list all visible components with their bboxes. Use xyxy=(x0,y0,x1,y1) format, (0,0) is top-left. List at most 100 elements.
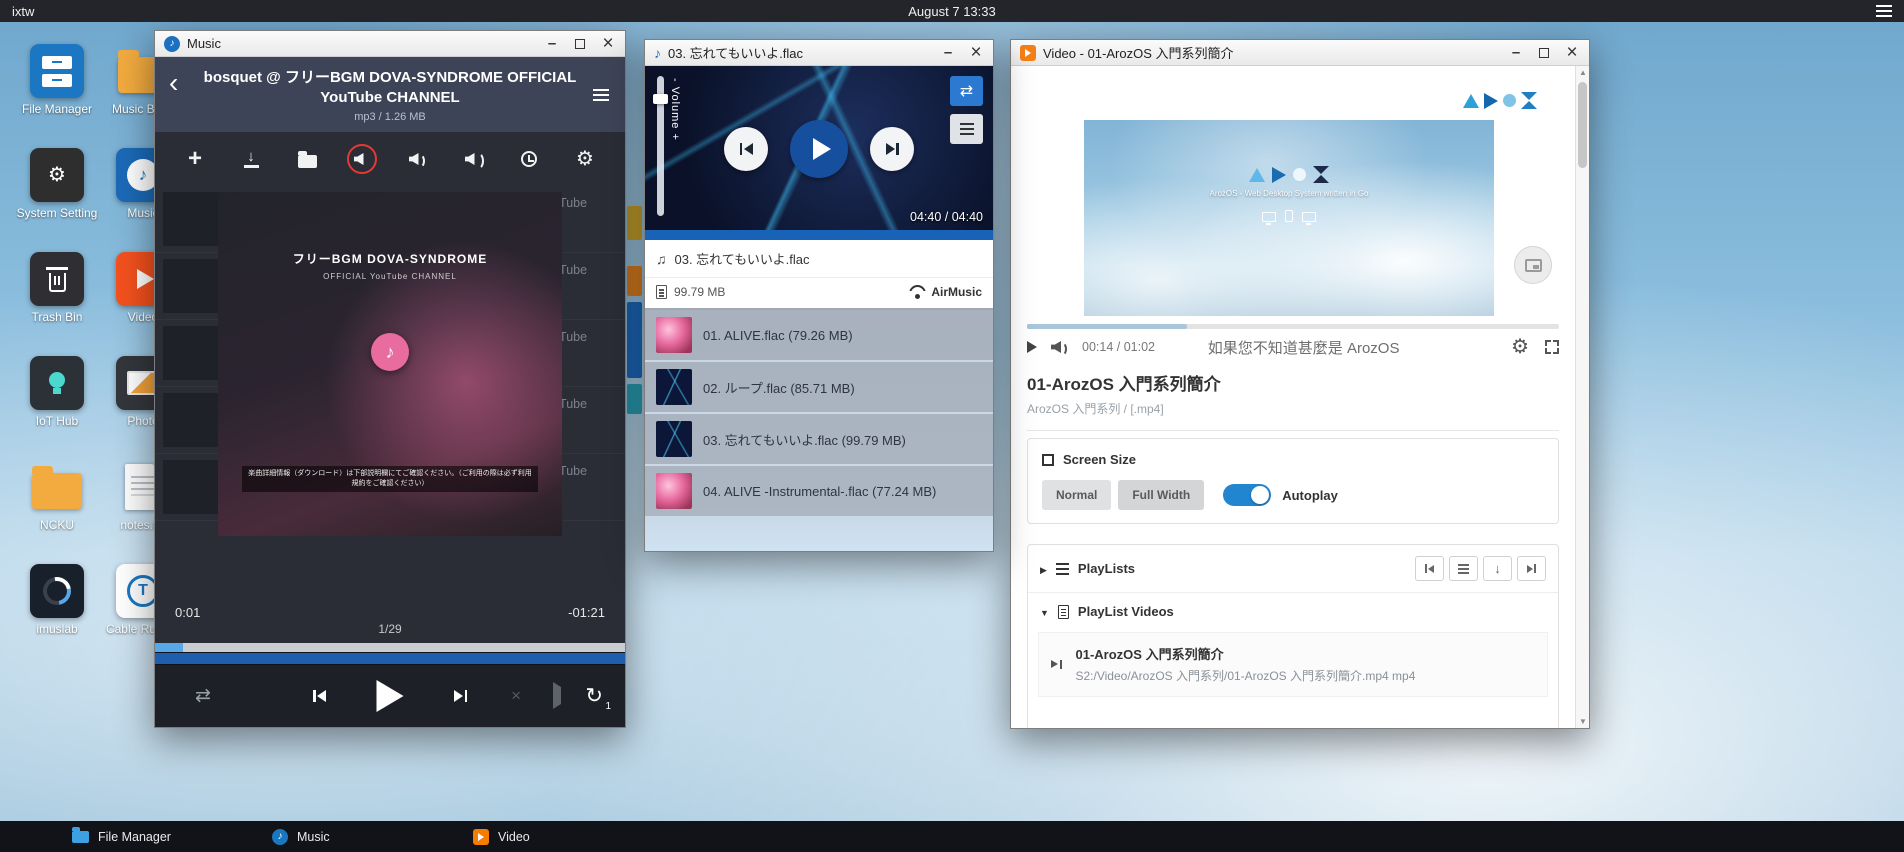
minimize-button[interactable] xyxy=(940,45,956,61)
video-time-display: 00:14 / 01:02 xyxy=(1082,340,1155,354)
close-button[interactable] xyxy=(600,36,616,52)
picture-in-picture-button[interactable] xyxy=(1514,246,1552,284)
mute-button[interactable] xyxy=(347,144,377,174)
desktop-icon-iot-hub[interactable]: IoT Hub xyxy=(16,356,98,460)
taskbar-item-file-manager[interactable]: File Manager xyxy=(62,821,181,852)
desktop-icon-system-setting[interactable]: System Setting xyxy=(16,148,98,252)
track-thumbnail xyxy=(163,259,221,313)
playlist-next-button[interactable] xyxy=(1517,556,1546,581)
scrollbar[interactable]: ▲ ▼ xyxy=(1575,66,1589,728)
previous-track-button[interactable] xyxy=(724,127,768,171)
arozos-logo xyxy=(1463,92,1537,109)
minimize-button[interactable] xyxy=(544,36,560,52)
document-icon xyxy=(1058,605,1069,619)
taskbar-item-music[interactable]: ♪ Music xyxy=(262,821,340,852)
logo-play-icon xyxy=(1272,167,1286,183)
video-settings-button[interactable] xyxy=(1511,337,1529,358)
next-track-button[interactable] xyxy=(870,127,914,171)
track-row[interactable]: 02. ループ.flac (85.71 MB) xyxy=(645,362,993,414)
play-button[interactable] xyxy=(377,680,404,712)
settings-button[interactable] xyxy=(569,143,601,175)
scrollbar-thumb[interactable] xyxy=(1578,82,1587,168)
hamburger-icon xyxy=(960,128,974,130)
video-volume-button[interactable] xyxy=(1051,340,1068,354)
play-button[interactable] xyxy=(790,120,848,178)
desktop-icon-trash-bin[interactable]: Trash Bin xyxy=(16,252,98,356)
playlist-item-path: S2:/Video/ArozOS 入門系列/01-ArozOS 入門系列簡介.m… xyxy=(1076,668,1416,685)
history-button[interactable] xyxy=(513,143,545,175)
video-window: Video - 01-ArozOS 入門系列簡介 xyxy=(1010,39,1590,729)
maximize-button[interactable] xyxy=(1536,45,1552,61)
seek-bar[interactable] xyxy=(155,643,625,652)
playlist-menu-button[interactable] xyxy=(950,114,983,144)
collapse-caret-icon[interactable] xyxy=(1040,561,1047,576)
next-track-button[interactable] xyxy=(454,690,467,702)
topbar-clock: August 7 13:33 xyxy=(908,4,995,19)
volume-slider-handle[interactable] xyxy=(653,94,668,104)
player-hero: - Volume + 04:40 / 04:40 xyxy=(645,66,993,230)
menu-button[interactable] xyxy=(593,83,609,101)
scroll-down-icon[interactable]: ▼ xyxy=(1576,717,1590,726)
volume-high-button[interactable] xyxy=(457,143,489,175)
desktop-icon-imuslab[interactable]: imuslab xyxy=(16,564,98,668)
desktop-icon-ncku[interactable]: NCKU xyxy=(16,460,98,564)
channel-avatar: ♪ xyxy=(371,333,409,371)
mini-play-button[interactable] xyxy=(553,687,561,705)
flac-window-titlebar[interactable]: ♪ 03. 忘れてもいいよ.flac xyxy=(645,40,993,66)
topbar-username: ixtw xyxy=(12,4,34,19)
taskbar-item-label: Video xyxy=(498,830,530,844)
swap-mode-button[interactable] xyxy=(950,76,983,106)
maximize-button[interactable] xyxy=(572,36,588,52)
music-window-titlebar[interactable]: ♪ Music xyxy=(155,31,625,57)
back-button[interactable] xyxy=(169,69,178,97)
scroll-up-icon[interactable]: ▲ xyxy=(1576,68,1590,77)
playlist-video-item[interactable]: 01-ArozOS 入門系列簡介 S2:/Video/ArozOS 入門系列/0… xyxy=(1038,632,1548,697)
add-button[interactable] xyxy=(179,143,211,175)
track-position: 1/29 xyxy=(155,622,625,643)
topbar-menu-icon[interactable] xyxy=(1876,0,1892,22)
track-row[interactable]: 01. ALIVE.flac (79.26 MB) xyxy=(645,310,993,362)
top-bar: ixtw August 7 13:33 xyxy=(0,0,1904,22)
normal-size-button[interactable]: Normal xyxy=(1042,480,1111,510)
previous-track-button[interactable] xyxy=(313,690,326,702)
desktop-icon-file-manager[interactable]: File Manager xyxy=(16,44,98,148)
minimize-button[interactable] xyxy=(1508,45,1524,61)
music-icon: ♪ xyxy=(272,829,288,845)
track-thumbnail xyxy=(163,192,221,246)
repeat-button[interactable] xyxy=(585,684,603,709)
taskbar-item-video[interactable]: Video xyxy=(463,821,540,852)
full-width-button[interactable]: Full Width xyxy=(1118,480,1204,510)
track-row[interactable]: 03. 忘れてもいいよ.flac (99.79 MB) xyxy=(645,414,993,466)
obscured-icon-fragment xyxy=(627,302,642,378)
download-button[interactable] xyxy=(235,143,267,175)
app-grid-button[interactable] xyxy=(14,828,32,845)
video-window-titlebar[interactable]: Video - 01-ArozOS 入門系列簡介 xyxy=(1011,40,1589,66)
folder-icon xyxy=(30,460,84,514)
seek-bar[interactable] xyxy=(645,230,993,240)
playlist-prev-button[interactable] xyxy=(1415,556,1444,581)
playlist-list-button[interactable] xyxy=(1449,556,1478,581)
video-player[interactable]: ArozOS - Web Desktop System written in G… xyxy=(1084,120,1494,316)
playlist-download-button[interactable]: ↓ xyxy=(1483,556,1512,581)
playlist-videos-heading: PlayList Videos xyxy=(1078,604,1174,619)
logo-triangle-icon xyxy=(1463,94,1479,108)
video-play-button[interactable] xyxy=(1027,341,1037,353)
close-button[interactable] xyxy=(1564,45,1580,61)
fullscreen-button[interactable] xyxy=(1545,340,1559,354)
music-note-icon: ♫ xyxy=(656,251,667,267)
bulb-icon xyxy=(30,356,84,410)
open-folder-button[interactable] xyxy=(291,143,323,175)
spinner-icon xyxy=(30,564,84,618)
video-frame-overlay: ArozOS - Web Desktop System written in G… xyxy=(1084,166,1494,222)
autoplay-toggle[interactable] xyxy=(1223,484,1271,506)
phone-icon xyxy=(1285,210,1293,222)
stop-button[interactable] xyxy=(511,686,521,706)
close-button[interactable] xyxy=(968,45,984,61)
track-row[interactable]: 04. ALIVE -Instrumental-.flac (77.24 MB) xyxy=(645,466,993,518)
file-icon xyxy=(656,285,667,299)
volume-low-button[interactable] xyxy=(401,143,433,175)
play-icon xyxy=(813,138,831,160)
file-manager-icon xyxy=(30,44,84,98)
shuffle-button[interactable] xyxy=(195,685,211,708)
expand-caret-icon[interactable] xyxy=(1040,604,1049,619)
